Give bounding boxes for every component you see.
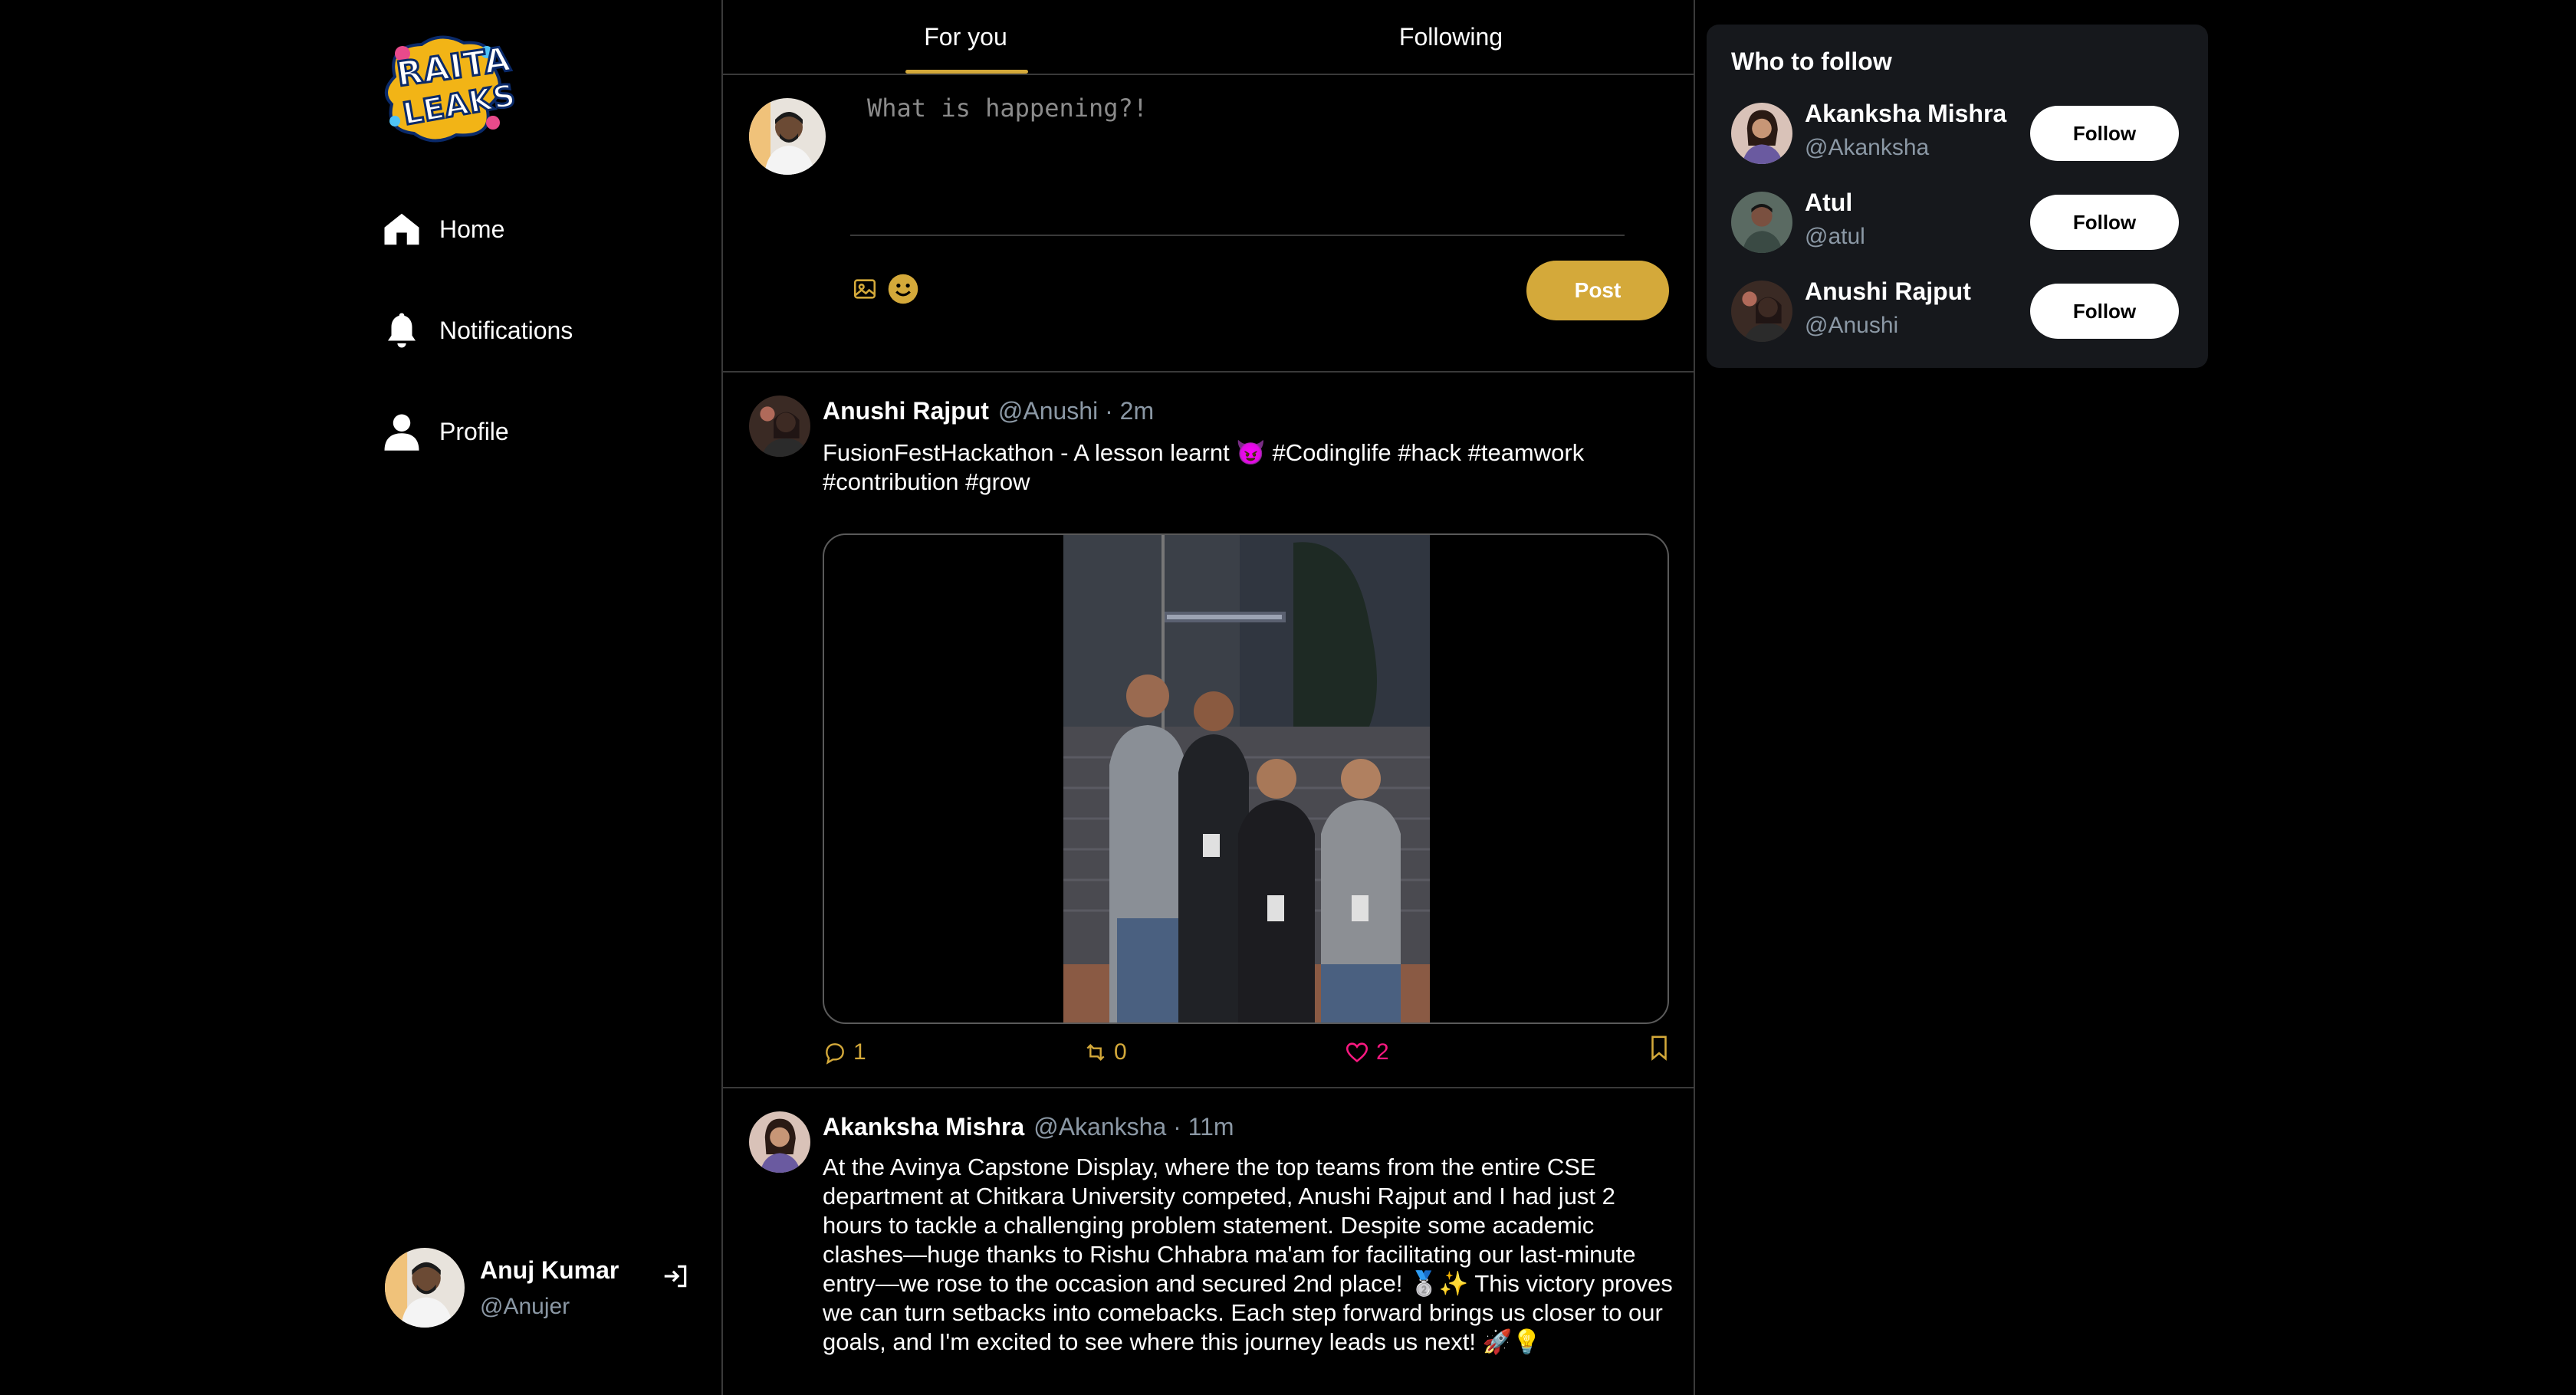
suggested-user-handle: @Anushi [1805, 313, 1899, 338]
heart-icon [1344, 1039, 1376, 1065]
tweet-actions: 1 0 2 [823, 1036, 1674, 1075]
retweet-count: 0 [1114, 1039, 1127, 1065]
suggested-user[interactable]: Anushi Rajput @Anushi Follow [1731, 274, 2191, 348]
follow-button[interactable]: Follow [2030, 106, 2179, 161]
nav-home-label: Home [439, 215, 505, 243]
like-button[interactable]: 2 [1344, 1039, 1389, 1065]
tweet-photo [1063, 535, 1430, 1022]
suggested-user-avatar [1731, 103, 1792, 164]
nav-notifications-label: Notifications [439, 316, 573, 344]
follow-button[interactable]: Follow [2030, 284, 2179, 339]
suggested-user-handle: @atul [1805, 224, 1865, 249]
tweet-author-name[interactable]: Anushi Rajput [823, 397, 989, 425]
suggested-user[interactable]: Atul @atul Follow [1731, 185, 2191, 259]
bell-icon [381, 310, 422, 351]
suggested-user-name[interactable]: Atul [1805, 189, 1852, 217]
tab-following[interactable]: Following [1208, 0, 1694, 74]
tab-following-label: Following [1398, 22, 1503, 51]
tweet-author-avatar[interactable] [749, 396, 810, 457]
composer-divider [850, 235, 1625, 236]
timeline-column: For you Following What is happening?! Po… [721, 0, 1695, 1395]
nav-home[interactable]: Home [381, 208, 504, 250]
suggested-user-name[interactable]: Akanksha Mishra [1805, 100, 2006, 128]
tweet-card[interactable]: Akanksha Mishra @Akanksha · 11m At the Av… [723, 1088, 1694, 1395]
reply-icon [823, 1040, 853, 1065]
retweet-icon [1083, 1040, 1114, 1065]
bookmark-icon [1648, 1035, 1677, 1061]
tweet-composer: Post [723, 75, 1694, 373]
emoji-icon[interactable] [887, 273, 919, 305]
tweet-text: FusionFestHackathon - A lesson learnt 😈 … [823, 439, 1585, 495]
feed-tabs: For you Following [723, 0, 1694, 75]
user-icon [381, 411, 422, 452]
suggested-user-avatar [1731, 281, 1792, 342]
tweet-header: Akanksha Mishra @Akanksha · 11m [823, 1113, 1234, 1141]
current-user-name: Anuj Kumar [480, 1256, 619, 1284]
follow-button[interactable]: Follow [2030, 195, 2179, 250]
tweet-author-name[interactable]: Akanksha Mishra [823, 1113, 1024, 1141]
tweet-meta: @Anushi · 2m [997, 397, 1155, 425]
logout-icon[interactable] [661, 1262, 690, 1291]
tweet-text: At the Avinya Capstone Display, where th… [823, 1154, 1673, 1355]
suggested-user-avatar [1731, 192, 1792, 253]
home-icon [381, 208, 422, 250]
who-to-follow-panel: Who to follow Akanksha Mishra @Akanksha … [1707, 25, 2208, 368]
tweet-header: Anushi Rajput @Anushi · 2m [823, 397, 1154, 425]
tweet-author-avatar[interactable] [749, 1111, 810, 1173]
nav-profile[interactable]: Profile [381, 411, 509, 452]
left-sidebar: RAITA LEAKS Home Notifications Profile A… [0, 0, 721, 1395]
nav-notifications[interactable]: Notifications [381, 310, 573, 351]
raita-leaks-logo[interactable]: RAITA LEAKS [380, 31, 520, 147]
reply-count: 1 [853, 1039, 866, 1065]
who-to-follow-title: Who to follow [1731, 48, 1892, 75]
nav-profile-label: Profile [439, 417, 509, 445]
suggested-user[interactable]: Akanksha Mishra @Akanksha Follow [1731, 97, 2191, 170]
suggested-user-name[interactable]: Anushi Rajput [1805, 277, 1971, 306]
tab-for-you-label: For you [924, 22, 1007, 51]
current-user-card[interactable]: Anuj Kumar @Anujer [385, 1248, 619, 1328]
composer-avatar [749, 98, 826, 175]
like-count: 2 [1376, 1039, 1389, 1065]
reply-button[interactable]: 1 [823, 1039, 866, 1065]
compose-input[interactable] [866, 92, 1620, 233]
tweet-meta: @Akanksha · 11m [1033, 1113, 1234, 1141]
tweet-card[interactable]: Anushi Rajput @Anushi · 2m FusionFestHack… [723, 373, 1694, 1088]
image-icon[interactable] [852, 276, 878, 302]
retweet-button[interactable]: 0 [1083, 1039, 1127, 1065]
current-user-avatar [385, 1248, 465, 1328]
suggested-user-handle: @Akanksha [1805, 135, 1930, 160]
active-tab-indicator [905, 70, 1028, 74]
post-button[interactable]: Post [1526, 261, 1669, 320]
tab-for-you[interactable]: For you [723, 0, 1208, 74]
tweet-media[interactable] [823, 533, 1669, 1024]
bookmark-button[interactable] [1648, 1035, 1677, 1061]
current-user-handle: @Anujer [480, 1293, 570, 1319]
